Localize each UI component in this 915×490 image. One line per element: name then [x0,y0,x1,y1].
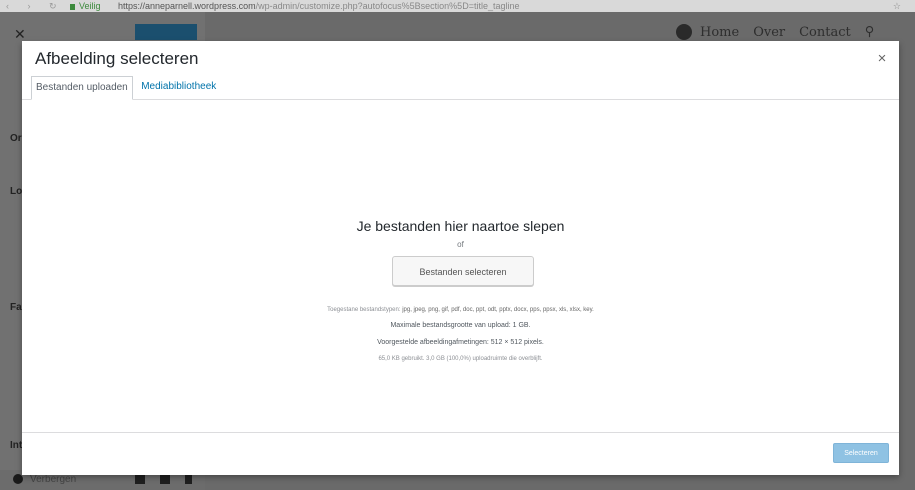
wordpress-logo-icon [676,24,692,40]
media-toolbar: Selecteren [22,432,899,475]
site-nav-home: Home [700,24,740,40]
site-nav-contact: Contact [799,24,851,40]
url-host: https://anneparnell.wordpress.com [118,1,256,11]
url-text[interactable]: https://anneparnell.wordpress.com/wp-adm… [118,0,519,12]
collapse-icon [13,474,23,484]
or-text: of [457,240,464,249]
search-icon: ⚲ [864,24,875,40]
browser-nav-icons[interactable]: ‹ › ↻ [6,0,65,12]
bookmark-star-icon[interactable]: ☆ [893,0,901,12]
upload-space-usage: 65,0 KB gebruikt. 3,0 GB (100,0%) upload… [378,356,543,362]
lock-icon [70,3,75,10]
media-modal: Afbeelding selecteren × Bestanden upload… [22,41,899,475]
max-upload-size: Maximale bestandsgrootte van upload: 1 G… [390,322,531,329]
media-router-tabs: Bestanden uploaden Mediabibliotheek [31,76,220,100]
customizer-publish-button [135,24,197,40]
secure-indicator: Veilig [70,0,101,12]
browser-address-bar: ‹ › ↻ Veilig https://anneparnell.wordpre… [0,0,915,12]
close-icon[interactable]: × [873,50,891,68]
url-path: /wp-admin/customize.php?autofocus%5Bsect… [255,1,520,11]
select-button[interactable]: Selecteren [833,443,889,463]
drop-instructions: Je bestanden hier naartoe slepen [356,218,565,234]
suggested-dimensions: Voorgestelde afbeeldingafmetingen: 512 ×… [377,339,544,346]
sidebar-section-letter: Or [10,133,22,144]
desktop-preview-icon [135,474,145,484]
sidebar-section-letter: Int [10,440,23,451]
tab-upload-files[interactable]: Bestanden uploaden [31,76,133,100]
collapse-label: Verbergen [30,474,77,485]
sidebar-section-letter: Lo [10,186,23,197]
secure-label: Veilig [79,1,101,11]
select-files-button[interactable]: Bestanden selecteren [392,256,534,286]
modal-title: Afbeelding selecteren [35,49,199,68]
site-nav-over: Over [753,24,786,40]
upload-drop-zone[interactable]: Je bestanden hier naartoe slepen of Best… [22,100,899,432]
allowed-file-types: Toegestane bestandstypen: jpg, jpeg, png… [22,307,899,313]
mobile-preview-icon [185,474,192,484]
allowed-types-label: Toegestane bestandstypen: [327,307,401,313]
tablet-preview-icon [160,474,170,484]
allowed-types-list: jpg, jpeg, png, gif, pdf, doc, ppt, odt,… [402,307,594,313]
site-preview-nav: Home Over Contact ⚲ [676,24,874,40]
tab-media-library[interactable]: Mediabibliotheek [137,76,220,98]
sidebar-section-letter: Fa [10,302,22,313]
